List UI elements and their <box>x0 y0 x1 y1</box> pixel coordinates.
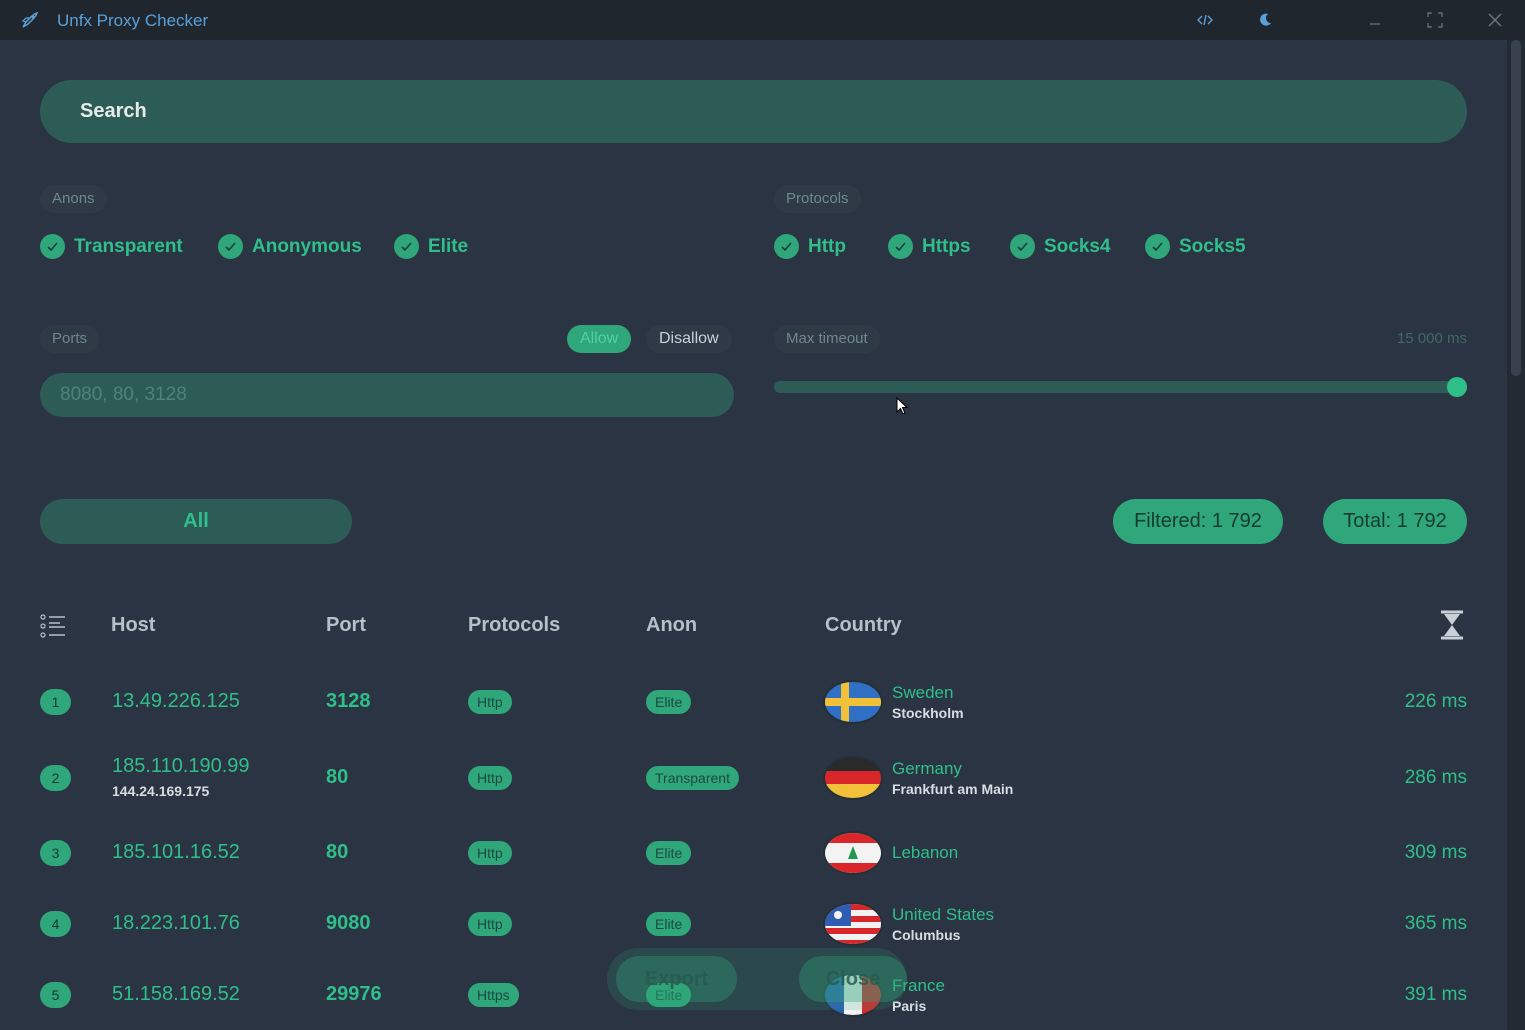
protocol-socks4-checkbox[interactable]: Socks4 <box>1010 234 1111 259</box>
timeout-ms: 365 ms <box>1404 913 1467 934</box>
check-icon <box>888 234 913 259</box>
country-name: Sweden <box>892 683 954 702</box>
protocol-socks5-checkbox[interactable]: Socks5 <box>1145 234 1246 259</box>
port-cell: 80 <box>326 841 349 863</box>
city-name: Stockholm <box>892 705 964 721</box>
port-cell: 29976 <box>326 983 382 1005</box>
protocol-http-checkbox[interactable]: Http <box>774 234 846 259</box>
country-name: Lebanon <box>892 843 959 862</box>
row-number: 5 <box>40 982 71 1008</box>
host-cell[interactable]: 185.101.16.52 <box>112 841 240 864</box>
timeout-slider-thumb[interactable] <box>1447 377 1467 397</box>
all-filter-button[interactable]: All <box>40 499 352 544</box>
check-icon <box>1010 234 1035 259</box>
row-number: 2 <box>40 765 71 791</box>
united-states-flag-icon <box>825 904 881 944</box>
check-icon <box>1145 234 1170 259</box>
checkbox-label: Transparent <box>74 235 183 257</box>
timeout-value: 15 000 ms <box>1396 330 1467 347</box>
header-protocols[interactable]: Protocols <box>468 614 560 637</box>
country-name: Germany <box>892 759 962 778</box>
protocol-badge: Http <box>468 766 512 790</box>
title-bar: Unfx Proxy Checker <box>0 0 1525 40</box>
scrollbar[interactable] <box>1507 40 1525 1030</box>
protocol-badge: Https <box>468 983 519 1007</box>
checkbox-label: Anonymous <box>252 235 362 257</box>
country-name: United States <box>892 905 995 924</box>
header-anon[interactable]: Anon <box>646 614 697 637</box>
row-number: 4 <box>40 911 71 937</box>
header-country[interactable]: Country <box>825 614 902 637</box>
list-icon[interactable] <box>40 614 66 643</box>
timeout-ms: 309 ms <box>1404 842 1467 863</box>
anons-label: Anons <box>40 185 107 213</box>
protocol-https-checkbox[interactable]: Https <box>888 234 971 259</box>
scroll-thumb[interactable] <box>1511 40 1521 376</box>
port-cell: 9080 <box>326 912 371 934</box>
checkbox-label: Http <box>808 235 846 257</box>
check-icon <box>218 234 243 259</box>
port-cell: 3128 <box>326 690 371 712</box>
rocket-icon <box>20 10 40 30</box>
check-icon <box>40 234 65 259</box>
disallow-toggle[interactable]: Disallow <box>646 325 732 353</box>
allow-toggle[interactable]: Allow <box>567 325 632 353</box>
row-number: 3 <box>40 840 71 866</box>
timeout-ms: 391 ms <box>1404 984 1467 1005</box>
port-cell: 80 <box>326 766 349 788</box>
maximize-icon[interactable] <box>1423 8 1447 32</box>
code-icon[interactable] <box>1193 8 1217 32</box>
minimize-icon[interactable] <box>1363 8 1387 32</box>
check-icon <box>774 234 799 259</box>
window-title: Unfx Proxy Checker <box>57 11 209 30</box>
city-name: Frankfurt am Main <box>892 781 1014 797</box>
moon-icon[interactable] <box>1253 8 1277 32</box>
search-input[interactable]: Search <box>40 80 1467 143</box>
ports-label: Ports <box>40 325 100 353</box>
host-cell[interactable]: 185.110.190.99 <box>112 755 250 778</box>
host-sub: 144.24.169.175 <box>112 783 210 799</box>
checkbox-label: Elite <box>428 235 469 257</box>
hourglass-icon[interactable] <box>1439 610 1465 645</box>
city-name: Columbus <box>892 927 961 943</box>
host-cell[interactable]: 18.223.101.76 <box>112 912 240 935</box>
anon-badge: Transparent <box>646 766 739 790</box>
total-count: Total: 1 792 <box>1323 499 1467 544</box>
anon-elite-checkbox[interactable]: Elite <box>394 234 468 259</box>
germany-flag-icon <box>825 758 881 798</box>
anon-transparent-checkbox[interactable]: Transparent <box>40 234 183 259</box>
timeout-ms: 286 ms <box>1404 767 1467 788</box>
cursor-icon <box>896 396 910 422</box>
checkbox-label: Socks5 <box>1179 235 1246 257</box>
close-icon[interactable] <box>1483 8 1507 32</box>
protocol-badge: Http <box>468 841 512 865</box>
checkbox-label: Socks4 <box>1044 235 1111 257</box>
ports-input[interactable]: 8080, 80, 3128 <box>40 373 734 417</box>
host-cell[interactable]: 51.158.169.52 <box>112 983 240 1006</box>
checkbox-label: Https <box>922 235 971 257</box>
row-number: 1 <box>40 689 71 715</box>
protocols-label: Protocols <box>774 185 861 213</box>
lebanon-flag-icon <box>825 833 881 873</box>
close-button[interactable]: Close <box>799 956 907 1002</box>
header-host[interactable]: Host <box>111 614 155 637</box>
max-timeout-label: Max timeout <box>774 325 880 353</box>
filtered-count: Filtered: 1 792 <box>1113 499 1283 544</box>
timeout-ms: 226 ms <box>1404 691 1467 712</box>
timeout-slider-track[interactable] <box>774 381 1467 393</box>
protocol-badge: Http <box>468 912 512 936</box>
protocol-badge: Http <box>468 690 512 714</box>
check-icon <box>394 234 419 259</box>
header-port[interactable]: Port <box>326 614 366 637</box>
anon-anonymous-checkbox[interactable]: Anonymous <box>218 234 362 259</box>
sweden-flag-icon <box>825 682 881 722</box>
anon-badge: Elite <box>646 690 692 714</box>
anon-badge: Elite <box>646 912 692 936</box>
anon-badge: Elite <box>646 841 692 865</box>
export-button[interactable]: Export <box>616 956 737 1002</box>
host-cell[interactable]: 13.49.226.125 <box>112 690 240 713</box>
